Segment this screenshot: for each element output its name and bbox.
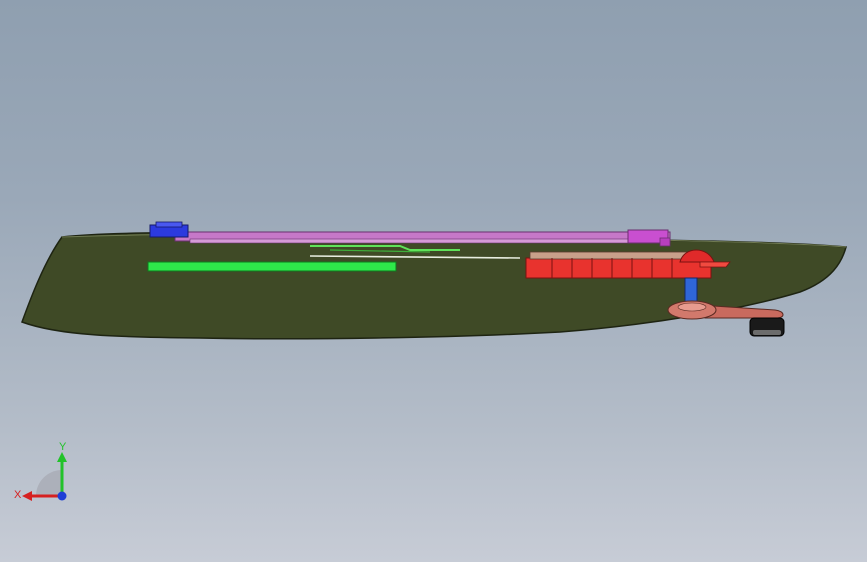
- hull-body[interactable]: [21, 231, 847, 340]
- axis-triad: Y X: [14, 441, 67, 501]
- copper-hub-top: [677, 302, 707, 312]
- green-bar[interactable]: [147, 261, 397, 272]
- triad-x-arrowhead: [22, 491, 32, 501]
- triad-xy-plane: [36, 470, 62, 496]
- pink-end-tab: [659, 237, 671, 247]
- pink-rail-lower: [189, 238, 671, 244]
- blue-clamp-top: [155, 221, 183, 228]
- black-foot-highlight: [753, 330, 781, 335]
- triad-x-label: X: [14, 489, 22, 501]
- cad-viewport[interactable]: [0, 0, 867, 562]
- triad-y-label: Y: [59, 441, 67, 453]
- red-block-arm: [699, 261, 731, 268]
- triad-y-arrowhead: [57, 452, 67, 462]
- triad-z-axis: [57, 491, 67, 501]
- red-block-top-strip: [529, 251, 703, 260]
